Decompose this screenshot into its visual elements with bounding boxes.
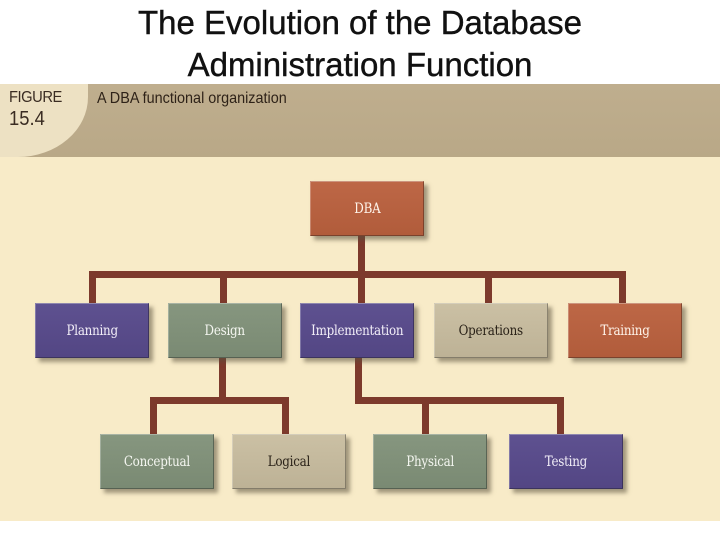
- node-testing-label: Testing: [544, 453, 588, 470]
- connector-design-down: [219, 358, 226, 402]
- node-operations-label: Operations: [458, 322, 524, 339]
- node-operations: Operations: [434, 303, 548, 358]
- slide-title: The Evolution of the Database Administra…: [0, 2, 720, 86]
- connector-root-down: [358, 236, 365, 276]
- figure-label-number: 15.4: [9, 108, 45, 130]
- figure-panel: FIGURE 15.4 A DBA functional organizatio…: [0, 84, 720, 521]
- node-implementation: Implementation: [300, 303, 414, 358]
- figure-caption: A DBA functional organization: [97, 90, 287, 107]
- node-testing: Testing: [509, 434, 623, 489]
- node-dba: DBA: [310, 181, 424, 236]
- node-implementation-label: Implementation: [310, 322, 404, 339]
- connector-to-logical: [282, 397, 289, 435]
- node-design: Design: [168, 303, 282, 358]
- node-dba-label: DBA: [353, 200, 381, 217]
- node-logical: Logical: [232, 434, 346, 489]
- node-planning-label: Planning: [66, 322, 118, 339]
- slide-title-line-1: The Evolution of the Database: [138, 4, 582, 41]
- node-planning: Planning: [35, 303, 149, 358]
- node-physical-label: Physical: [406, 453, 454, 470]
- node-physical: Physical: [373, 434, 487, 489]
- node-logical-label: Logical: [267, 453, 311, 470]
- slide-title-line-2: Administration Function: [187, 46, 533, 83]
- connector-design-bus: [150, 397, 289, 404]
- node-training: Training: [568, 303, 682, 358]
- connector-implementation-bus: [355, 397, 564, 404]
- connector-to-training: [619, 271, 626, 304]
- connector-to-testing: [557, 397, 564, 435]
- connector-to-design: [220, 271, 227, 304]
- node-conceptual-label: Conceptual: [123, 453, 191, 470]
- connector-to-planning: [89, 271, 96, 304]
- figure-header-band: FIGURE 15.4 A DBA functional organizatio…: [0, 84, 720, 157]
- figure-label-tab: FIGURE 15.4: [0, 84, 88, 157]
- node-conceptual: Conceptual: [100, 434, 214, 489]
- connector-to-conceptual: [150, 397, 157, 435]
- connector-to-implementation: [358, 271, 365, 304]
- node-design-label: Design: [204, 322, 246, 339]
- node-training-label: Training: [600, 322, 650, 339]
- connector-to-physical: [422, 397, 429, 435]
- connector-to-operations: [485, 271, 492, 304]
- connector-implementation-down: [355, 358, 362, 402]
- figure-label-word: FIGURE: [9, 89, 62, 106]
